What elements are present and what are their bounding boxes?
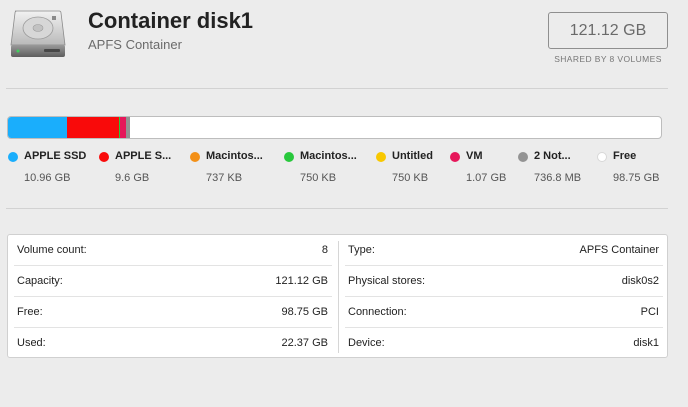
legend-volume-name: Macintos... (206, 150, 263, 162)
legend-volume-name: Untitled (392, 150, 433, 162)
info-value: disk0s2 (621, 275, 659, 287)
legend-color-dot (376, 152, 386, 162)
info-column-left: Volume count: 8 Capacity: 121.12 GB Free: 98.… (8, 235, 338, 359)
legend-volume-name: Free (613, 150, 637, 162)
info-table: Volume count: 8 Capacity: 121.12 GB Free: 98.… (7, 234, 668, 358)
info-row: Device: disk1 (339, 328, 669, 359)
usage-segment (67, 117, 119, 138)
total-size-box: 121.12 GB (548, 12, 668, 49)
info-key: Used: (17, 337, 46, 349)
info-key: Physical stores: (348, 275, 426, 287)
legend-volume-size: 98.75 GB (613, 172, 660, 184)
legend-volume-name: APPLE S... (115, 150, 172, 162)
volume-legend: APPLE SSD 10.96 GB APPLE S... 9.6 GB Macinto… (0, 150, 688, 190)
legend-color-dot (518, 152, 528, 162)
hard-drive-icon (10, 10, 66, 57)
legend-volume-name: VM (466, 150, 483, 162)
legend-volume-size: 9.6 GB (115, 172, 150, 184)
legend-divider (6, 208, 668, 209)
legend-color-dot (8, 152, 18, 162)
usage-segment (8, 117, 68, 138)
legend-volume-size: 750 KB (392, 172, 429, 184)
legend-color-dot (284, 152, 294, 162)
usage-bar (7, 116, 662, 139)
legend-volume-size: 1.07 GB (466, 172, 507, 184)
info-row: Capacity: 121.12 GB (8, 266, 338, 297)
legend-volume-size: 737 KB (206, 172, 243, 184)
usage-segment (125, 117, 130, 138)
container-type-subtitle: APFS Container (88, 37, 182, 52)
info-key: Capacity: (17, 275, 63, 287)
info-value: disk1 (633, 337, 659, 349)
info-value: PCI (640, 306, 659, 318)
info-row: Free: 98.75 GB (8, 297, 338, 328)
info-row: Volume count: 8 (8, 235, 338, 266)
info-value: 22.37 GB (281, 337, 328, 349)
legend-volume-name: APPLE SSD (24, 150, 87, 162)
legend-color-dot (190, 152, 200, 162)
page-title: Container disk1 (88, 8, 254, 33)
legend-color-dot (99, 152, 109, 162)
legend-color-dot (597, 152, 607, 162)
shared-volumes-label: SHARED BY 8 VOLUMES (554, 54, 662, 64)
legend-volume-name: 2 Not... (534, 150, 571, 162)
info-key: Connection: (348, 306, 407, 318)
info-row: Used: 22.37 GB (8, 328, 338, 359)
info-key: Device: (348, 337, 385, 349)
info-value: APFS Container (579, 244, 659, 256)
info-row: Physical stores: disk0s2 (339, 266, 669, 297)
info-value: 121.12 GB (275, 275, 328, 287)
info-key: Free: (17, 306, 43, 318)
info-row: Type: APFS Container (339, 235, 669, 266)
legend-volume-size: 10.96 GB (24, 172, 71, 184)
info-row: Connection: PCI (339, 297, 669, 328)
header-divider (6, 88, 668, 89)
info-column-right: Type: APFS Container Physical stores: disk0… (339, 235, 669, 359)
info-key: Type: (348, 244, 375, 256)
info-value: 8 (321, 244, 328, 256)
legend-volume-size: 750 KB (300, 172, 337, 184)
header: Container disk1 APFS Container 121.12 GB… (0, 0, 688, 88)
info-value: 98.75 GB (281, 306, 328, 318)
legend-volume-size: 736.8 MB (534, 172, 582, 184)
info-key: Volume count: (17, 244, 87, 256)
legend-volume-name: Macintos... (300, 150, 357, 162)
legend-color-dot (450, 152, 460, 162)
